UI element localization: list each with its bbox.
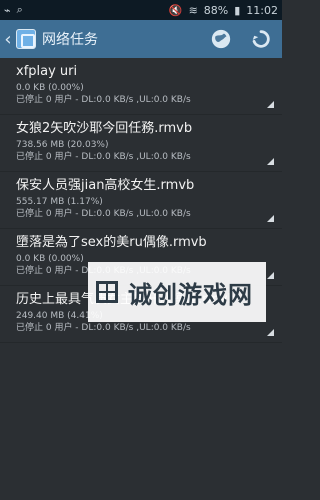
page-title: 网络任务 bbox=[42, 32, 98, 48]
app-actions bbox=[210, 28, 282, 50]
task-status: 已停止 0 用户 - DL:0.0 KB/s ,UL:0.0 KB/s bbox=[16, 95, 191, 105]
refresh-icon[interactable] bbox=[250, 28, 272, 50]
back-icon[interactable]: ‹ bbox=[0, 20, 16, 58]
item-menu-icon[interactable] bbox=[267, 329, 274, 336]
status-left: ⌁ ⌕ bbox=[4, 3, 23, 17]
task-name: 墮落是為了sex的美ru偶像.rmvb bbox=[16, 235, 207, 250]
watermark-text: 诚创游戏网 bbox=[128, 280, 253, 309]
watermark: 诚创游戏网 bbox=[88, 262, 266, 322]
watermark-logo-icon bbox=[96, 281, 118, 303]
task-name: xfplay uri bbox=[16, 64, 78, 79]
task-status: 已停止 0 用户 - DL:0.0 KB/s ,UL:0.0 KB/s bbox=[16, 152, 191, 162]
mute-icon: 🔇 bbox=[168, 3, 183, 17]
task-name: 保安人员强jian高校女生.rmvb bbox=[16, 178, 195, 193]
wifi-icon: ≋ bbox=[188, 3, 198, 17]
task-item[interactable]: xfplay uri 0.0 KB (0.00%) 已停止 0 用户 - DL:… bbox=[0, 58, 282, 115]
time-text: 11:02 bbox=[246, 3, 278, 17]
item-menu-icon[interactable] bbox=[267, 272, 274, 279]
item-menu-icon[interactable] bbox=[267, 158, 274, 165]
battery-text: 88% bbox=[203, 3, 229, 17]
item-menu-icon[interactable] bbox=[267, 101, 274, 108]
task-item[interactable]: 保安人员强jian高校女生.rmvb 555.17 MB (1.17%) 已停止… bbox=[0, 172, 282, 229]
task-name: 女狼2矢吹沙耶今回任務.rmvb bbox=[16, 121, 193, 136]
task-status: 已停止 0 用户 - DL:0.0 KB/s ,UL:0.0 KB/s bbox=[16, 323, 191, 333]
task-size: 0.0 KB (0.00%) bbox=[16, 83, 84, 93]
app-logo-icon bbox=[16, 29, 36, 49]
task-status: 已停止 0 用户 - DL:0.0 KB/s ,UL:0.0 KB/s bbox=[16, 209, 191, 219]
search-icon: ⌕ bbox=[16, 3, 23, 16]
status-bar: ⌁ ⌕ 🔇 ≋ 88% ▮ 11:02 bbox=[0, 0, 282, 20]
status-right: 🔇 ≋ 88% ▮ 11:02 bbox=[169, 4, 278, 17]
item-menu-icon[interactable] bbox=[267, 215, 274, 222]
task-size: 738.56 MB (20.03%) bbox=[16, 140, 109, 150]
battery-icon: ▮ bbox=[234, 3, 241, 17]
task-item[interactable]: 女狼2矢吹沙耶今回任務.rmvb 738.56 MB (20.03%) 已停止 … bbox=[0, 115, 282, 172]
globe-icon[interactable] bbox=[210, 28, 232, 50]
app-bar: ‹ 网络任务 bbox=[0, 20, 282, 58]
usb-icon: ⌁ bbox=[4, 3, 11, 17]
task-size: 555.17 MB (1.17%) bbox=[16, 197, 103, 207]
